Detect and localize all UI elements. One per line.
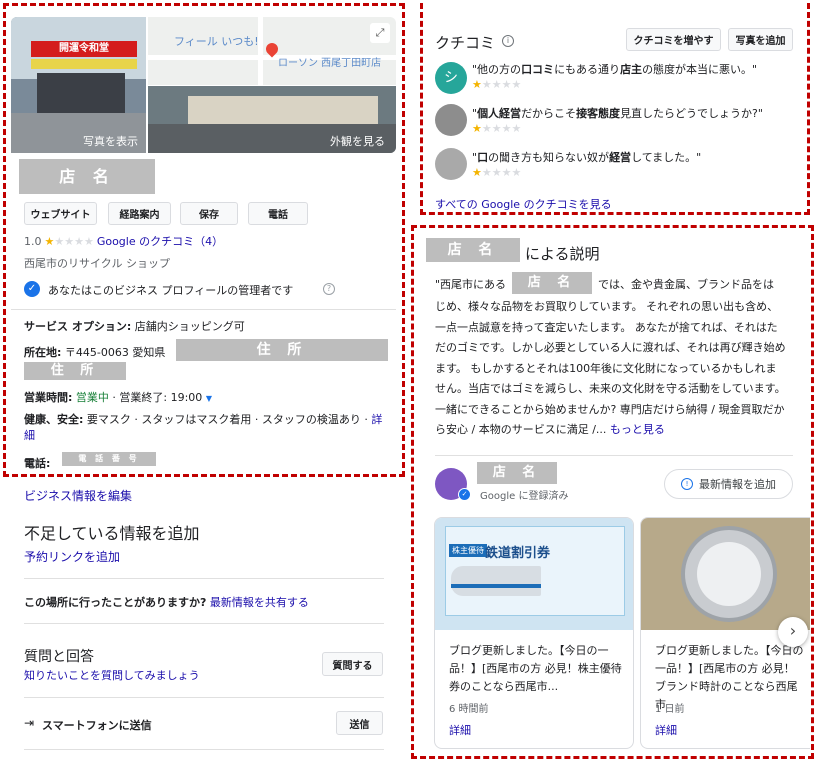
missing-info-title: 不足している情報を追加 <box>24 524 200 543</box>
divider <box>24 749 384 750</box>
share-update-link[interactable]: 最新情報を共有する <box>210 596 309 609</box>
edit-business-info-link[interactable]: ビジネス情報を編集 <box>24 487 132 504</box>
send-to-phone-label[interactable]: スマートフォンに送信 <box>42 717 152 733</box>
qa-title: 質問と回答 <box>24 649 94 665</box>
divider <box>24 623 384 624</box>
divider <box>24 578 384 579</box>
highlight-box-right <box>411 225 814 759</box>
visited-question: この場所に行ったことがありますか? 最新情報を共有する <box>24 596 309 609</box>
add-reservation-link[interactable]: 予約リンクを追加 <box>24 548 120 565</box>
divider <box>24 697 384 698</box>
ask-question-link[interactable]: 知りたいことを質問してみましょう <box>24 667 200 683</box>
send-to-phone-icon: ⇥ <box>24 716 35 730</box>
send-button[interactable]: 送信 <box>336 711 383 735</box>
highlight-box-left <box>3 3 405 477</box>
ask-button[interactable]: 質問する <box>322 652 383 676</box>
highlight-box-reviews <box>420 3 810 215</box>
